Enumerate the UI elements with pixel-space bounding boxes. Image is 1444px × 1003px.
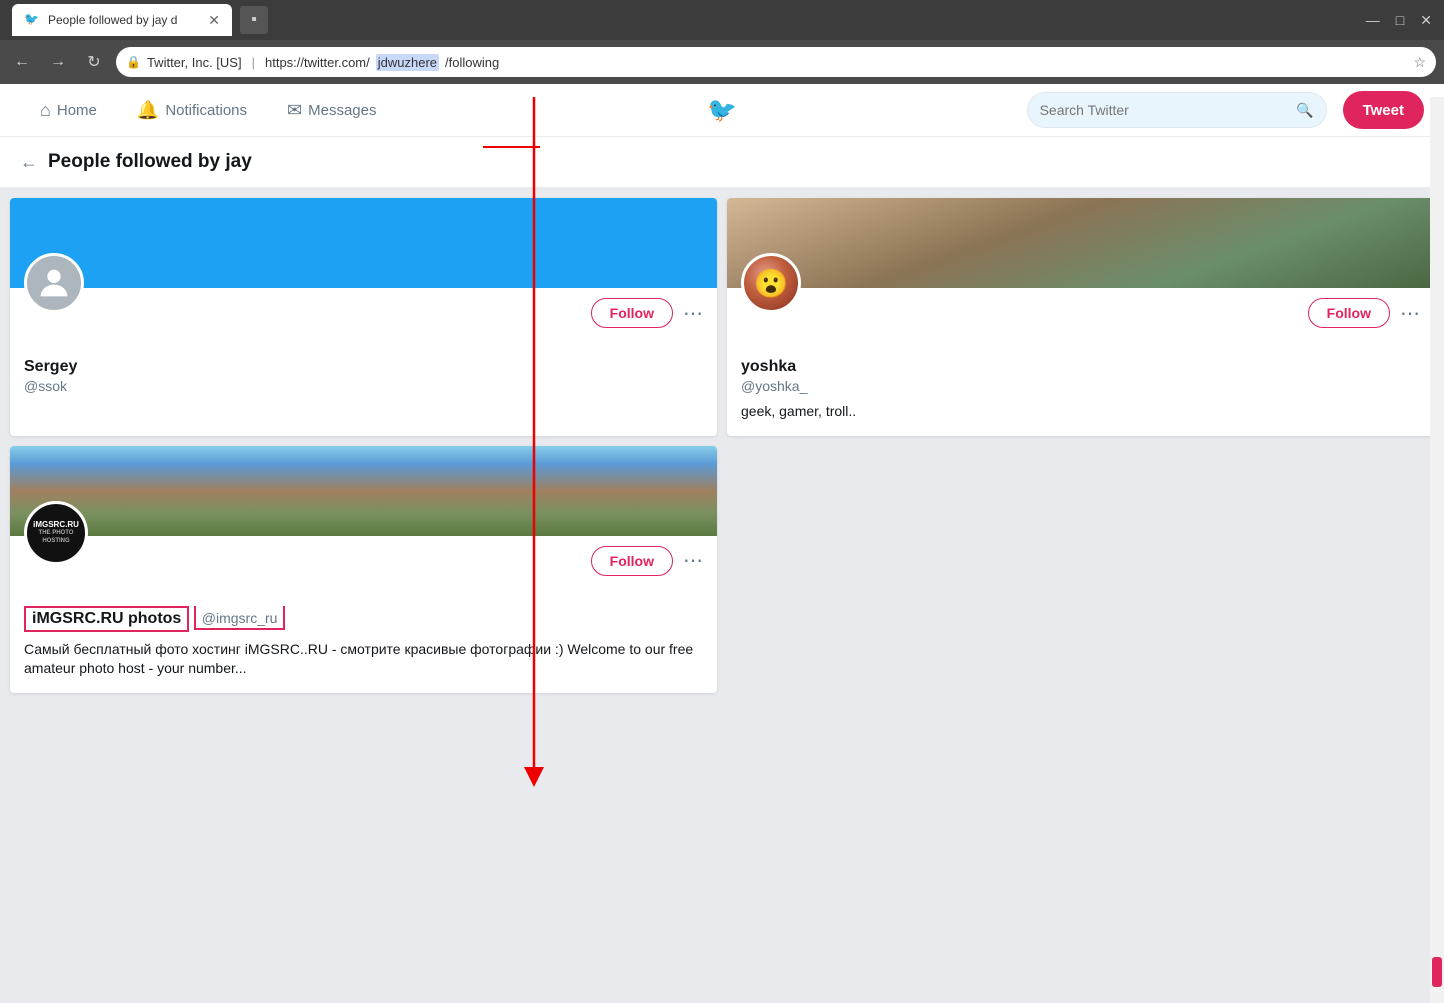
more-options-sergey[interactable]: ⋯ (683, 301, 703, 326)
home-nav-item[interactable]: ⌂ Home (20, 84, 117, 137)
address-bar[interactable]: 🔒 Twitter, Inc. [US] | https://twitter.c… (116, 47, 1436, 77)
maximize-button[interactable]: □ (1396, 12, 1404, 28)
home-icon: ⌂ (40, 100, 51, 121)
address-bar-row: ← → ↻ 🔒 Twitter, Inc. [US] | https://twi… (0, 40, 1444, 84)
envelope-icon: ✉ (287, 100, 302, 121)
user-name-imgsrc: iMGSRC.RU photos (32, 610, 181, 628)
window-controls: — □ ✕ (1366, 12, 1432, 29)
new-tab-button[interactable]: ▪ (240, 6, 268, 34)
lock-icon: 🔒 (126, 55, 141, 69)
refresh-button[interactable]: ↻ (80, 48, 108, 76)
org-label: Twitter, Inc. [US] (147, 55, 242, 70)
follow-button-yoshka[interactable]: Follow (1308, 298, 1390, 328)
close-button[interactable]: ✕ (1420, 12, 1432, 29)
card-actions-yoshka: Follow ⋯ (741, 298, 1420, 328)
tab-close-button[interactable]: ✕ (208, 12, 220, 29)
card-banner-sergey (10, 198, 717, 288)
minimize-button[interactable]: — (1366, 12, 1380, 28)
address-path: /following (445, 55, 499, 70)
address-highlight: jdwuzhere (376, 54, 439, 71)
more-options-yoshka[interactable]: ⋯ (1400, 301, 1420, 326)
tweet-button[interactable]: Tweet (1343, 91, 1424, 129)
scrollbar-track[interactable] (1430, 97, 1444, 1003)
card-body-imgsrc: iMGSRC.RU THE PHOTO HOSTING Follow ⋯ iMG… (10, 536, 717, 693)
user-handle-sergey: @ssok (24, 378, 703, 394)
title-bar: 🐦 People followed by jay d ✕ ▪ — □ ✕ (0, 0, 1444, 40)
more-options-imgsrc[interactable]: ⋯ (683, 548, 703, 573)
bell-icon: 🔔 (137, 100, 159, 121)
user-name-sergey: Sergey (24, 358, 703, 376)
home-label: Home (57, 102, 97, 119)
follow-button-imgsrc[interactable]: Follow (591, 546, 673, 576)
avatar-imgsrc: iMGSRC.RU THE PHOTO HOSTING (24, 501, 88, 565)
page-header: ← People followed by jay (0, 137, 1444, 188)
user-bio-imgsrc: Самый бесплатный фото хостинг iMGSRC..RU… (24, 640, 703, 679)
user-name-wrapper-imgsrc: iMGSRC.RU photos (24, 606, 189, 632)
address-separator: | (252, 55, 255, 70)
card-actions-imgsrc: Follow ⋯ (24, 546, 703, 576)
forward-button[interactable]: → (44, 48, 72, 76)
user-handle-wrapper-imgsrc: @imgsrc_ru (194, 606, 286, 630)
address-url-base: https://twitter.com/ (265, 55, 370, 70)
messages-label: Messages (308, 102, 376, 119)
user-bio-yoshka: geek, gamer, troll.. (741, 402, 1420, 422)
user-cards-container: Follow ⋯ Sergey @ssok 😮 (0, 188, 1444, 703)
user-card-imgsrc: iMGSRC.RU THE PHOTO HOSTING Follow ⋯ iMG… (10, 446, 717, 693)
search-input[interactable] (1040, 102, 1289, 118)
notifications-label: Notifications (165, 102, 247, 119)
browser-tab[interactable]: 🐦 People followed by jay d ✕ (12, 4, 232, 36)
user-handle-yoshka: @yoshka_ (741, 378, 1420, 394)
avatar-sergey (24, 253, 84, 313)
messages-nav-item[interactable]: ✉ Messages (267, 84, 396, 137)
card-body-yoshka: 😮 Follow ⋯ yoshka @yoshka_ geek, gamer, … (727, 288, 1434, 436)
tab-title: People followed by jay d (48, 13, 196, 27)
user-handle-imgsrc: @imgsrc_ru (202, 610, 278, 626)
card-banner-imgsrc (10, 446, 717, 536)
follow-button-sergey[interactable]: Follow (591, 298, 673, 328)
avatar-yoshka: 😮 (741, 253, 801, 313)
tab-favicon: 🐦 (24, 12, 40, 28)
search-icon: 🔍 (1296, 102, 1313, 119)
card-body-sergey: Follow ⋯ Sergey @ssok (10, 288, 717, 408)
back-arrow-icon[interactable]: ← (20, 152, 38, 173)
twitter-logo: 🐦 (707, 96, 737, 125)
notifications-nav-item[interactable]: 🔔 Notifications (117, 84, 267, 137)
search-bar[interactable]: 🔍 (1027, 92, 1327, 128)
card-banner-yoshka (727, 198, 1434, 288)
user-name-yoshka: yoshka (741, 358, 1420, 376)
user-card-sergey: Follow ⋯ Sergey @ssok (10, 198, 717, 436)
back-button[interactable]: ← (8, 48, 36, 76)
card-actions-sergey: Follow ⋯ (24, 298, 703, 328)
bookmark-icon[interactable]: ☆ (1413, 54, 1426, 71)
page-title: People followed by jay (48, 151, 252, 173)
main-content: ← People followed by jay Follow ⋯ (0, 137, 1444, 1003)
twitter-navbar: ⌂ Home 🔔 Notifications ✉ Messages 🐦 🔍 Tw… (0, 84, 1444, 137)
user-card-yoshka: 😮 Follow ⋯ yoshka @yoshka_ geek, gamer, … (727, 198, 1434, 436)
scrollbar-thumb[interactable] (1432, 957, 1442, 987)
